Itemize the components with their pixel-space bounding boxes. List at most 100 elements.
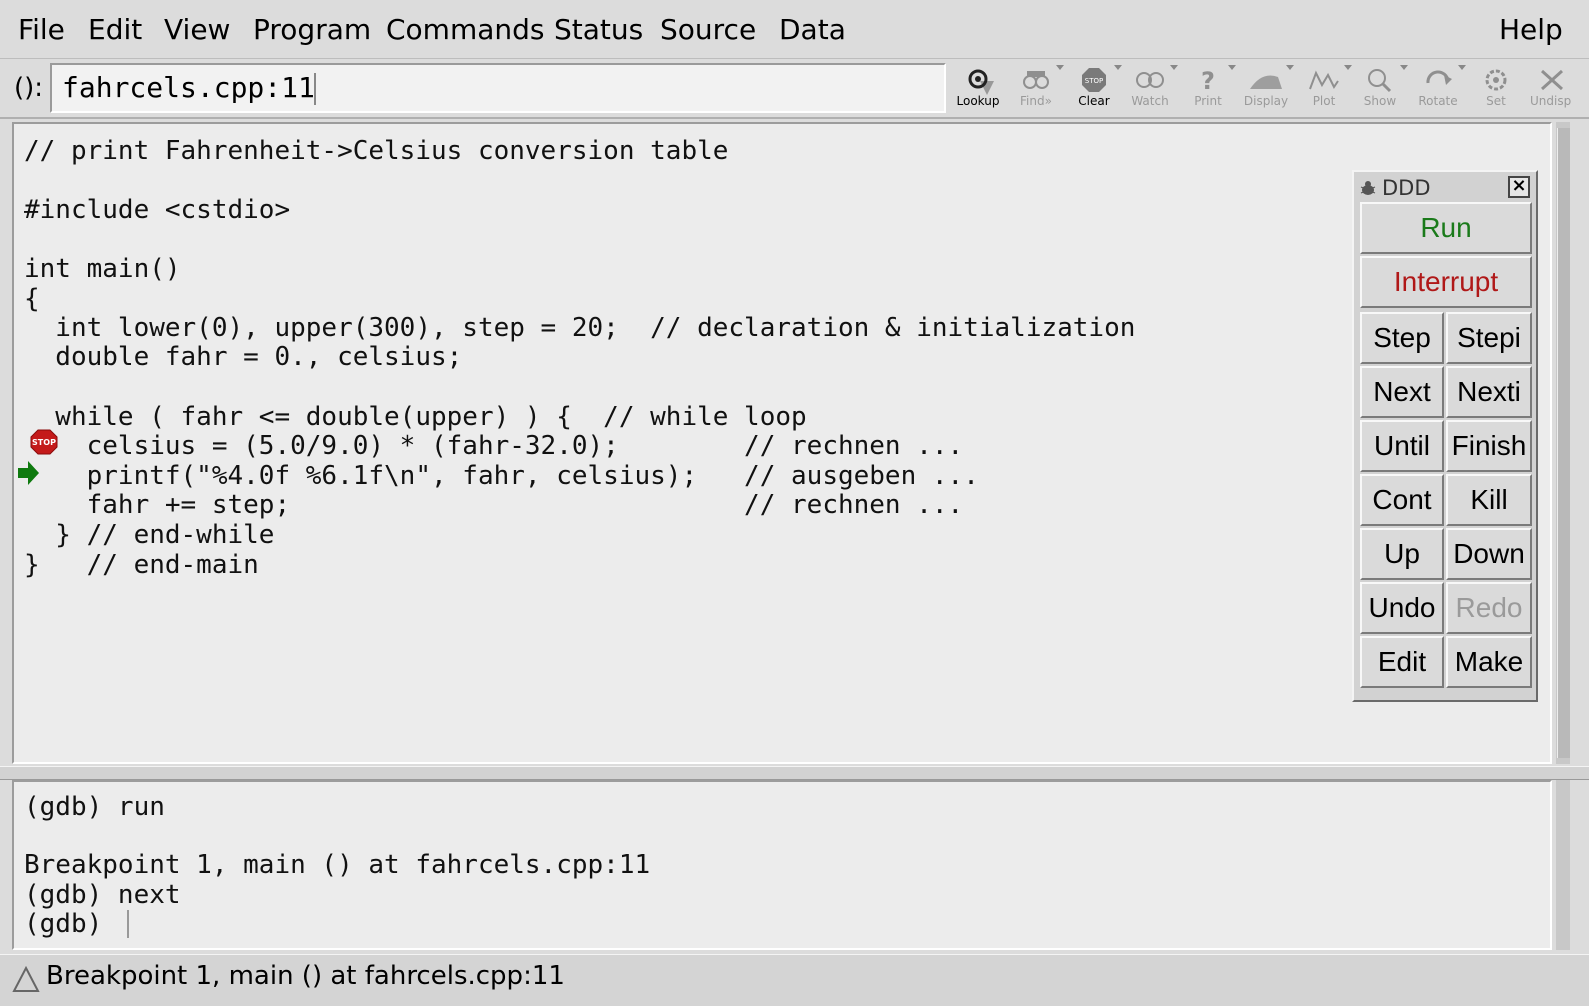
source-scrollbar-thumb[interactable] [1557,128,1570,758]
show-button[interactable]: Show [1352,63,1408,115]
up-button[interactable]: Up [1360,528,1444,580]
status-message: Breakpoint 1, main () at fahrcels.cpp:11 [46,961,565,991]
console-line: (gdb) run [24,792,165,822]
stop-sign-icon: STOP [1082,68,1106,92]
until-button[interactable]: Until [1360,420,1444,472]
breakpoint-stop-icon[interactable]: STOP [30,429,58,455]
set-gear-icon [1485,69,1507,91]
step-button[interactable]: Step [1360,312,1444,364]
cont-button[interactable]: Cont [1360,474,1444,526]
nexti-button[interactable]: Nexti [1446,366,1532,418]
source-line[interactable]: while ( fahr <= double(upper) ) { // whi… [24,402,806,432]
show-menu-arrow-icon [1400,65,1408,70]
undo-button[interactable]: Undo [1360,582,1444,634]
execution-position-arrow-icon[interactable] [16,460,40,490]
menu-edit[interactable]: Edit [88,12,142,48]
ddd-bug-icon [1360,181,1376,195]
plot-icon [1309,70,1339,90]
source-line[interactable]: int main() [24,254,181,284]
source-line[interactable]: fahr += step; // rechnen ... [24,490,964,520]
display-label: Display [1243,94,1289,108]
find-button[interactable]: Find» [1008,63,1064,115]
console-scrollbar[interactable] [1556,780,1570,950]
undisplay-label: Undisp [1530,94,1572,108]
print-label: Print [1194,94,1222,108]
menu-status[interactable]: Status [554,12,643,48]
clear-label: Clear [1078,94,1110,108]
status-history-triangle-icon[interactable] [12,965,40,993]
print-button[interactable]: ? Print [1180,63,1236,115]
source-line[interactable]: celsius = (5.0/9.0) * (fahr-32.0); // re… [24,431,964,461]
pane-sash[interactable] [0,766,1589,780]
breakpoint-glyph: STOP [32,438,56,447]
redo-button[interactable]: Redo [1446,582,1532,634]
clear-button[interactable]: STOP Clear [1066,63,1122,115]
set-button[interactable]: Set [1468,63,1524,115]
watch-label: Watch [1131,94,1169,108]
rotate-button[interactable]: Rotate [1410,63,1466,115]
find-label: Find» [1020,94,1052,108]
stepi-button[interactable]: Stepi [1446,312,1532,364]
display-menu-arrow-icon [1286,65,1294,70]
make-button[interactable]: Make [1446,636,1532,688]
plot-button[interactable]: Plot [1296,63,1352,115]
source-line[interactable]: int lower(0), upper(300), step = 20; // … [24,313,1135,343]
console-line: Breakpoint 1, main () at fahrcels.cpp:11 [24,850,651,880]
stop-glyph: STOP [1085,77,1103,85]
question-mark-icon: ? [1201,67,1215,93]
source-line[interactable]: double fahr = 0., celsius; [24,342,462,372]
undisplay-icon [1540,69,1564,91]
magnifier-icon [1368,69,1392,93]
finish-button[interactable]: Finish [1446,420,1532,472]
source-line[interactable]: } // end-main [24,550,259,580]
display-icon [1250,75,1282,89]
source-line[interactable]: #include <cstdio> [24,195,290,225]
set-label: Set [1486,94,1506,108]
display-button[interactable]: Display [1238,63,1294,115]
source-line[interactable]: printf("%4.0f %6.1f\n", fahr, celsius); … [24,461,979,491]
gdb-console[interactable]: (gdb) run Breakpoint 1, main () at fahrc… [12,780,1552,950]
source-line[interactable]: // print Fahrenheit->Celsius conversion … [24,136,728,166]
watch-button[interactable]: Watch [1122,63,1178,115]
command-tool-title: DDD [1382,176,1431,200]
argument-value[interactable]: fahrcels.cpp:11 [62,71,315,104]
rotate-label: Rotate [1418,94,1458,108]
menu-bar: File Edit View Program Commands Status S… [0,0,1589,59]
console-prompt-line[interactable]: (gdb) [24,909,118,939]
menu-help[interactable]: Help [1499,12,1563,48]
show-label: Show [1363,94,1397,108]
menu-source[interactable]: Source [660,12,756,48]
source-line[interactable]: } // end-while [24,520,274,550]
argument-input[interactable]: fahrcels.cpp:11 [50,63,994,113]
menu-data[interactable]: Data [779,12,846,48]
menu-program[interactable]: Program [253,12,371,48]
console-cursor [127,910,129,938]
run-button[interactable]: Run [1360,202,1532,254]
down-button[interactable]: Down [1446,528,1532,580]
plot-label: Plot [1312,94,1336,108]
argument-label: (): [14,73,44,103]
source-window[interactable]: // print Fahrenheit->Celsius conversion … [12,122,1552,764]
binoculars-icon [1023,71,1049,89]
lookup-button[interactable]: Lookup [950,63,1006,115]
command-tool-panel: DDD × Run Interrupt Step Stepi Next Next… [1352,170,1538,702]
close-icon[interactable]: × [1508,176,1530,198]
console-line: (gdb) next [24,880,181,910]
rotate-menu-arrow-icon [1458,65,1466,70]
menu-view[interactable]: View [164,12,230,48]
watch-glasses-icon [1136,72,1164,88]
lookup-icon [968,69,988,89]
watch-menu-arrow-icon [1170,65,1178,70]
edit-button[interactable]: Edit [1360,636,1444,688]
svg-text:?: ? [1201,67,1215,93]
lookup-label: Lookup [956,94,1000,108]
menu-commands[interactable]: Commands [386,12,545,48]
menu-file[interactable]: File [18,12,65,48]
interrupt-button[interactable]: Interrupt [1360,256,1532,308]
clear-menu-arrow-icon [1114,65,1122,70]
next-button[interactable]: Next [1360,366,1444,418]
source-line[interactable]: { [24,284,40,314]
kill-button[interactable]: Kill [1446,474,1532,526]
status-bar: Breakpoint 1, main () at fahrcels.cpp:11 [0,954,1589,1006]
undisplay-button[interactable]: Undisp [1526,63,1582,115]
